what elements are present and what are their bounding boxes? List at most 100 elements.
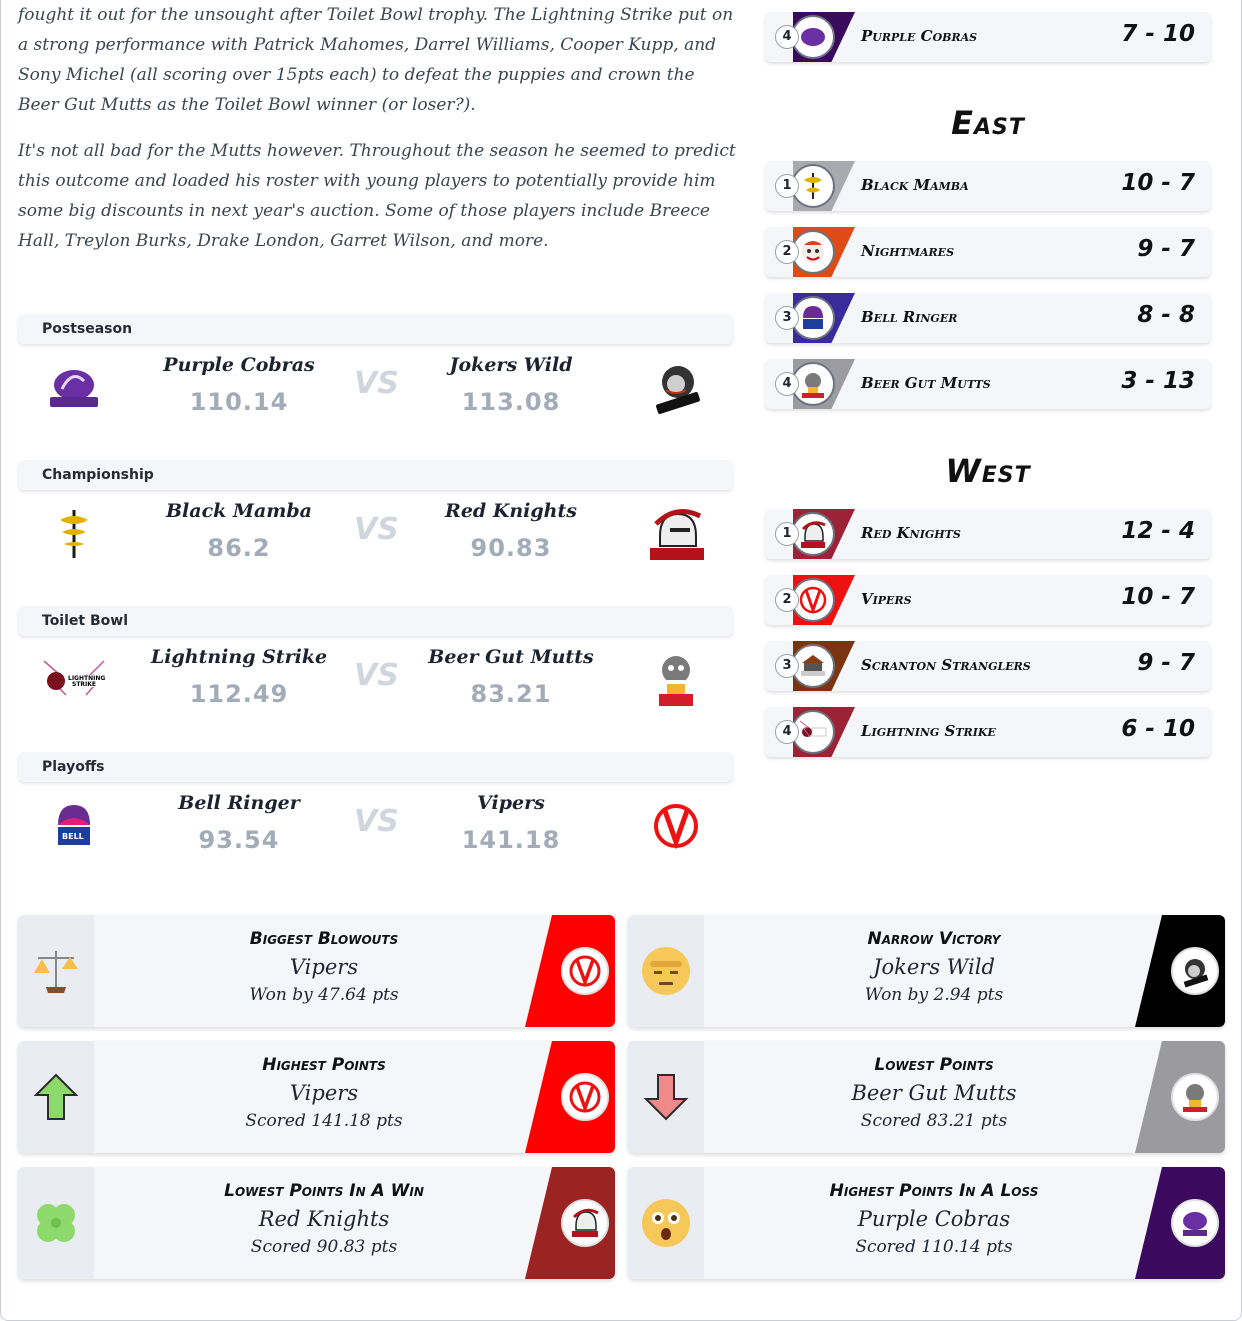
standings-team-name: Lightning Strike <box>861 722 996 740</box>
standings-row[interactable]: 2 Nightmares 9 - 7 <box>765 227 1211 277</box>
standings-rank: 3 <box>775 306 799 330</box>
standings-row[interactable]: 4 Beer Gut Mutts 3 - 13 <box>765 359 1211 409</box>
award-card[interactable]: Lowest Points In A Win Red Knights Score… <box>18 1167 615 1279</box>
standings-record: 12 - 4 <box>1121 518 1195 544</box>
matchup-card[interactable]: Playoffs BELL Bell Ringer 93.54 VS Viper… <box>18 752 733 887</box>
away-team-name: Vipers <box>477 792 545 814</box>
standings-rank: 2 <box>775 240 799 264</box>
award-detail: Scored 141.18 pts <box>245 1111 403 1131</box>
award-card[interactable]: Biggest Blowouts Vipers Won by 47.64 pts <box>18 915 615 1027</box>
standings-record: 3 - 13 <box>1121 368 1195 394</box>
away-team-name: Beer Gut Mutts <box>428 646 594 668</box>
standings-team-name: Scranton Stranglers <box>861 656 1031 674</box>
away-team-score: 90.83 <box>470 534 552 562</box>
matchup-card[interactable]: Championship Black Mamba 86.2 VS Red Kni… <box>18 460 733 595</box>
vipers-logo <box>561 947 609 995</box>
purple-cobras-logo <box>42 356 106 420</box>
article-body: fought it out for the unsought after Toi… <box>18 0 736 272</box>
purple-cobras-logo <box>1171 1199 1219 1247</box>
matchup-card[interactable]: Postseason Purple Cobras 110.14 VS Joker… <box>18 314 733 449</box>
award-card[interactable]: Lowest Points Beer Gut Mutts Scored 83.2… <box>628 1041 1225 1153</box>
standings-row[interactable]: 4 Purple Cobras 7 - 10 <box>765 12 1211 62</box>
beer-gut-mutts-logo <box>644 648 708 712</box>
standings-rank: 2 <box>775 588 799 612</box>
award-card[interactable]: Narrow Victory Jokers Wild Won by 2.94 p… <box>628 915 1225 1027</box>
standings-record: 9 - 7 <box>1137 650 1195 676</box>
standings-rank: 4 <box>775 720 799 744</box>
black-mamba-logo <box>42 502 106 566</box>
matchup-card[interactable]: Toilet Bowl LIGHTNING STRIKE Lightning St… <box>18 606 733 741</box>
award-detail: Won by 2.94 pts <box>864 985 1004 1005</box>
round-label: Championship <box>18 460 733 490</box>
award-detail: Scored 83.21 pts <box>860 1111 1008 1131</box>
conference-title-east: East <box>951 104 1025 142</box>
sweat-face-icon <box>628 915 704 1027</box>
standings-row[interactable]: 1 Black Mamba 10 - 7 <box>765 161 1211 211</box>
jokers-wild-logo <box>1171 947 1219 995</box>
award-title: Lowest Points <box>874 1055 994 1075</box>
award-team: Vipers <box>289 1081 359 1105</box>
arrow-down-icon <box>628 1041 704 1153</box>
award-detail: Scored 90.83 pts <box>250 1237 398 1257</box>
award-title: Lowest Points In A Win <box>224 1181 424 1201</box>
standings-record: 10 - 7 <box>1121 584 1195 610</box>
standings-record: 9 - 7 <box>1137 236 1195 262</box>
standings-team-name: Bell Ringer <box>861 308 958 326</box>
round-label: Postseason <box>18 314 733 344</box>
away-team-score: 83.21 <box>470 680 552 708</box>
standings-rank: 1 <box>775 174 799 198</box>
standings-record: 8 - 8 <box>1137 302 1195 328</box>
vs-label: VS <box>354 366 399 401</box>
article-paragraph: fought it out for the unsought after Toi… <box>18 5 734 115</box>
standings-team-name: Nightmares <box>861 242 955 260</box>
red-knights-logo <box>561 1199 609 1247</box>
standings-rank: 4 <box>775 372 799 396</box>
beer-gut-mutts-logo <box>1171 1073 1219 1121</box>
standings-row[interactable]: 3 Bell Ringer 8 - 8 <box>765 293 1211 343</box>
award-team: Beer Gut Mutts <box>851 1081 1017 1105</box>
standings-row[interactable]: 3 Scranton Stranglers 9 - 7 <box>765 641 1211 691</box>
home-team-score: 110.14 <box>189 388 289 416</box>
standings-team-name: Vipers <box>861 590 912 608</box>
lightning-strike-logo: LIGHTNING STRIKE <box>40 648 112 712</box>
svg-text:STRIKE: STRIKE <box>72 681 96 688</box>
standings-rank: 3 <box>775 654 799 678</box>
standings-team-name: Beer Gut Mutts <box>861 374 991 392</box>
standings-team-name: Purple Cobras <box>861 27 978 45</box>
standings-row[interactable]: 4 Lightning Strike 6 - 10 <box>765 707 1211 757</box>
award-title: Biggest Blowouts <box>249 929 399 949</box>
vs-label: VS <box>354 804 399 839</box>
award-team: Red Knights <box>258 1207 390 1231</box>
standings-team-name: Black Mamba <box>861 176 969 194</box>
svg-text:BELL: BELL <box>62 832 84 841</box>
away-team-name: Jokers Wild <box>449 354 573 376</box>
vs-label: VS <box>354 658 399 693</box>
round-label: Playoffs <box>18 752 733 782</box>
scales-icon <box>18 915 94 1027</box>
award-team: Purple Cobras <box>857 1207 1011 1231</box>
award-card[interactable]: Highest Points In A Loss Purple Cobras S… <box>628 1167 1225 1279</box>
award-title: Highest Points <box>262 1055 386 1075</box>
award-title: Highest Points In A Loss <box>829 1181 1039 1201</box>
award-card[interactable]: Highest Points Vipers Scored 141.18 pts <box>18 1041 615 1153</box>
home-team-score: 112.49 <box>189 680 289 708</box>
standings-row[interactable]: 1 Red Knights 12 - 4 <box>765 509 1211 559</box>
standings-record: 7 - 10 <box>1121 21 1195 47</box>
round-label: Toilet Bowl <box>18 606 733 636</box>
shocked-face-icon <box>628 1167 704 1279</box>
standings-row[interactable]: 2 Vipers 10 - 7 <box>765 575 1211 625</box>
award-detail: Scored 110.14 pts <box>855 1237 1013 1257</box>
award-team: Jokers Wild <box>873 955 995 979</box>
bell-ringer-logo: BELL <box>42 794 106 858</box>
vipers-logo <box>561 1073 609 1121</box>
jokers-wild-logo <box>644 356 708 420</box>
standings-record: 10 - 7 <box>1121 170 1195 196</box>
home-team-name: Lightning Strike <box>150 646 328 668</box>
home-team-name: Bell Ringer <box>178 792 300 814</box>
home-team-score: 86.2 <box>207 534 271 562</box>
standings-rank: 4 <box>775 25 799 49</box>
award-detail: Won by 47.64 pts <box>249 985 399 1005</box>
away-team-score: 141.18 <box>461 826 561 854</box>
arrow-up-icon <box>18 1041 94 1153</box>
vipers-logo <box>644 794 708 858</box>
